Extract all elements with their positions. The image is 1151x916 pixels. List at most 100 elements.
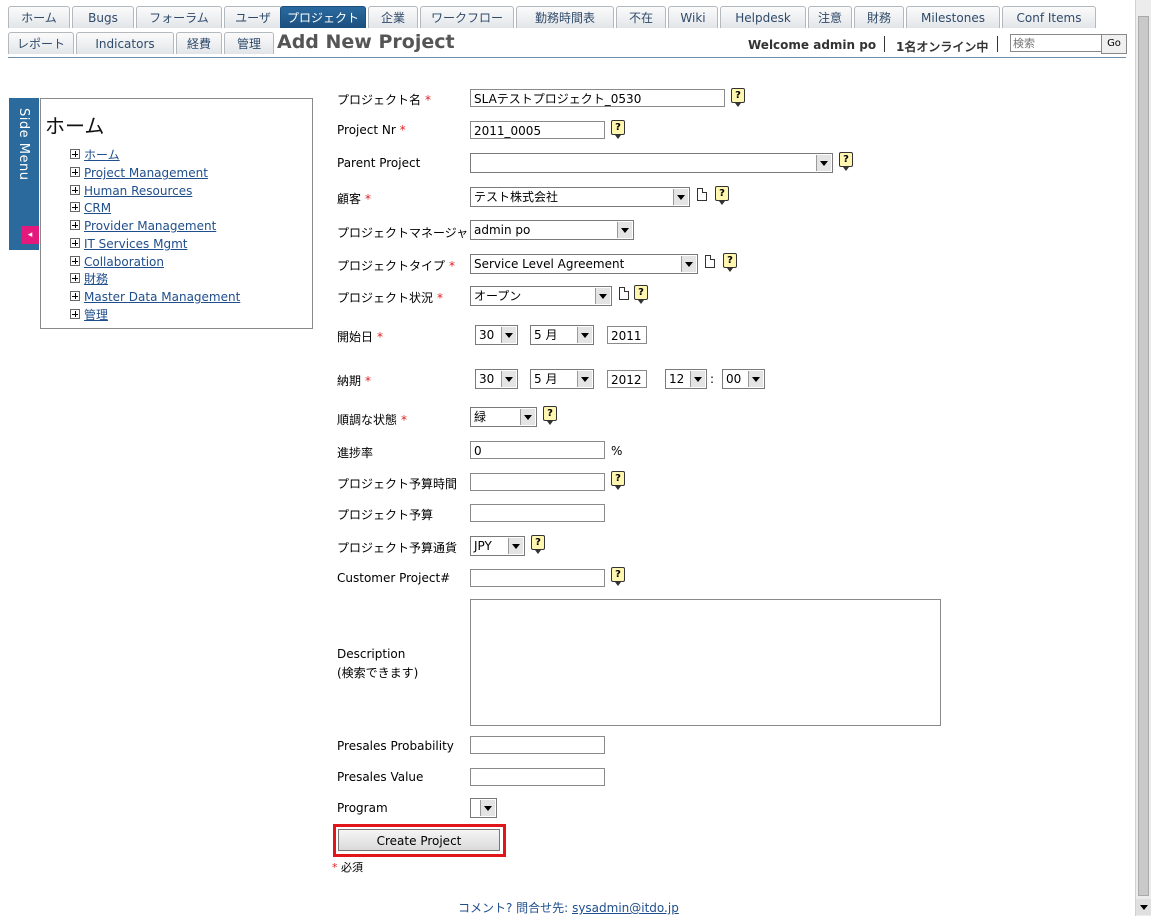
tab-conf-items[interactable]: Conf Items [1002,6,1096,28]
menu-link[interactable]: 財務 [84,272,108,286]
new-document-icon[interactable] [705,255,715,268]
menu-link[interactable]: Provider Management [84,219,216,233]
percent-completed-input[interactable]: 0 [470,441,605,459]
menu-link[interactable]: 管理 [84,308,108,322]
expand-icon[interactable] [70,149,80,159]
end-hour-select[interactable]: 12 [665,369,707,389]
expand-icon[interactable] [70,238,80,248]
menu-link[interactable]: Project Management [84,166,208,180]
tab-helpdesk[interactable]: Helpdesk [720,6,806,28]
program-select[interactable] [470,798,497,818]
start-year-input[interactable]: 2011 [607,326,647,344]
tab-home[interactable]: ホーム [8,6,70,28]
search-input[interactable] [1010,34,1102,52]
tab-absences[interactable]: 不在 [616,6,666,28]
expand-icon[interactable] [70,256,80,266]
chevron-down-icon[interactable] [508,538,523,554]
chevron-down-icon[interactable] [673,189,688,205]
on-track-select[interactable]: 緑 [470,407,537,427]
project-manager-select[interactable]: admin po [470,220,634,240]
end-month-select[interactable]: 5 月 [530,369,594,389]
end-year-input[interactable]: 2012 [607,370,647,388]
vertical-scrollbar[interactable] [1135,0,1151,916]
chevron-down-icon[interactable] [480,800,495,816]
search-go-button[interactable]: Go [1101,34,1127,54]
chevron-down-icon[interactable] [748,371,763,387]
new-document-icon[interactable] [697,188,707,201]
help-icon[interactable]: ? [531,535,545,554]
expand-icon[interactable] [70,185,80,195]
menu-link[interactable]: CRM [84,201,111,215]
menu-item-home[interactable]: ホーム [70,147,120,163]
parent-project-select[interactable] [470,153,833,173]
chevron-down-icon[interactable] [520,409,535,425]
expand-icon[interactable] [70,291,80,301]
budget-currency-select[interactable]: JPY [470,536,525,556]
tab-projects[interactable]: プロジェクト [280,6,366,28]
menu-item-crm[interactable]: CRM [70,200,111,216]
tab-reports[interactable]: レポート [8,32,74,54]
create-project-button[interactable]: Create Project [338,829,500,851]
start-day-select[interactable]: 30 [475,325,518,345]
tab-users[interactable]: ユーザ [224,6,282,28]
expand-icon[interactable] [70,220,80,230]
chevron-down-icon[interactable] [501,327,516,343]
scrollbar-thumb[interactable] [1138,16,1149,896]
end-minute-select[interactable]: 00 [722,369,765,389]
help-icon[interactable]: ? [611,120,625,139]
tab-milestones[interactable]: Milestones [906,6,1000,28]
chevron-down-icon[interactable] [690,371,705,387]
expand-icon[interactable] [70,273,80,283]
chevron-down-icon[interactable] [816,155,831,171]
end-day-select[interactable]: 30 [475,369,518,389]
help-icon[interactable]: ? [634,285,648,304]
expand-icon[interactable] [70,309,80,319]
help-icon[interactable]: ? [715,186,729,205]
presales-value-input[interactable] [470,768,605,786]
menu-link[interactable]: IT Services Mgmt [84,237,187,251]
presales-probability-input[interactable] [470,736,605,754]
start-month-select[interactable]: 5 月 [530,325,594,345]
side-menu-toggle[interactable]: Side Menu ◂ [9,98,39,250]
menu-item-finance[interactable]: 財務 [70,271,108,287]
help-icon[interactable]: ? [543,406,557,425]
project-nr-input[interactable]: 2011_0005 [470,121,605,139]
menu-item-provider-management[interactable]: Provider Management [70,218,216,234]
customer-select[interactable]: テスト株式会社 [470,187,690,207]
help-icon[interactable]: ? [731,88,745,107]
budget-hours-input[interactable] [470,473,605,491]
help-icon[interactable]: ? [611,567,625,586]
tab-forum[interactable]: フォーラム [136,6,222,28]
new-document-icon[interactable] [619,287,629,300]
menu-item-collaboration[interactable]: Collaboration [70,254,164,270]
chevron-down-icon[interactable] [681,256,696,272]
menu-link[interactable]: ホーム [84,148,120,162]
tab-expenses[interactable]: 経費 [176,32,222,54]
chevron-down-icon[interactable] [501,371,516,387]
menu-link[interactable]: Master Data Management [84,290,240,304]
chevron-down-icon[interactable] [595,288,610,304]
help-icon[interactable]: ? [839,152,853,171]
menu-item-it-services[interactable]: IT Services Mgmt [70,236,187,252]
budget-input[interactable] [470,504,605,522]
tab-timesheet[interactable]: 勤務時間表 [516,6,614,28]
customer-project-nr-input[interactable] [470,569,605,587]
menu-item-human-resources[interactable]: Human Resources [70,183,192,199]
expand-icon[interactable] [70,167,80,177]
expand-icon[interactable] [70,202,80,212]
contact-email-link[interactable]: sysadmin@itdo.jp [572,901,679,915]
chevron-down-icon[interactable] [577,371,592,387]
tab-notes[interactable]: 注意 [808,6,852,28]
tab-companies[interactable]: 企業 [368,6,418,28]
chevron-down-icon[interactable] [617,222,632,238]
tab-wiki[interactable]: Wiki [668,6,718,28]
online-users-link[interactable]: 1名オンライン中 [896,38,988,55]
tab-workflow[interactable]: ワークフロー [420,6,514,28]
project-name-input[interactable]: SLAテストプロジェクト_0530 [470,89,725,107]
tab-bugs[interactable]: Bugs [72,6,134,28]
tab-indicators[interactable]: Indicators [76,32,174,54]
tab-finance[interactable]: 財務 [854,6,904,28]
menu-item-project-management[interactable]: Project Management [70,165,208,181]
chevron-down-icon[interactable] [577,327,592,343]
project-type-select[interactable]: Service Level Agreement [470,254,698,274]
